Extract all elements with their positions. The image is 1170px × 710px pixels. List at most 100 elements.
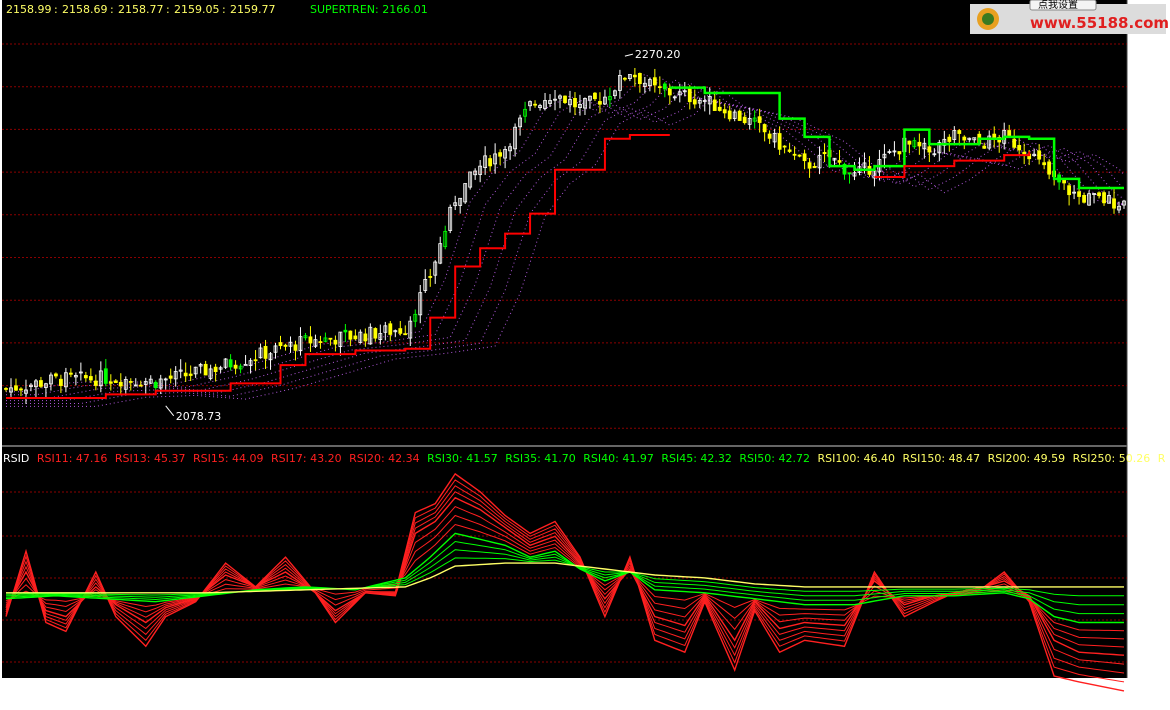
rsi-item: RSI20: 42.34 (349, 452, 420, 465)
candle-body (712, 99, 717, 111)
candle-body (498, 152, 503, 157)
candle-body (333, 339, 338, 345)
candle-body (782, 145, 787, 148)
candle-body (1047, 161, 1052, 175)
candle-body (14, 385, 18, 391)
candle-body (687, 87, 692, 103)
ohlc-value: 2159.05 (174, 3, 220, 16)
ohlc-value: 2158.99 (6, 3, 52, 16)
candle-body (722, 109, 727, 114)
candle-body (488, 158, 493, 167)
candle-body (308, 336, 313, 344)
candle-body (1102, 192, 1106, 204)
candle-body (83, 375, 88, 379)
ohlc-value: 2159.77 (230, 3, 276, 16)
candle-body (1097, 192, 1101, 197)
candle-body (328, 337, 333, 340)
candle-body (54, 373, 58, 377)
candle-body (632, 74, 637, 78)
candle-body (737, 110, 742, 121)
candle-body (138, 384, 143, 387)
ohlc-separator: : (166, 3, 170, 16)
rsi-item: RSI30: 41.57 (427, 452, 498, 465)
stock-chart-screenshot: 2270.20 2078.73 2158.99 : 2158.69 : 2158.… (0, 0, 1170, 710)
rsi-item: RSI45: 42.32 (661, 452, 732, 465)
candle-body (822, 152, 827, 155)
candle-body (93, 380, 98, 386)
candle-body (797, 154, 802, 157)
candle-body (113, 380, 118, 383)
candle-body (762, 124, 767, 133)
candle-body (373, 328, 378, 339)
candle-body (847, 172, 852, 175)
candle-body (403, 333, 408, 336)
ohlc-separator: : (54, 3, 58, 16)
candle-body (1112, 198, 1116, 209)
rsi-item: RSI13: 45.37 (115, 452, 186, 465)
candle-body (692, 99, 697, 105)
ohlc-header: 2158.99 : 2158.69 : 2158.77 : 2159.05 : … (6, 3, 428, 16)
settings-button-label[interactable]: 点我设置 (1038, 0, 1078, 11)
candle-body (787, 149, 792, 152)
candle-body (742, 116, 747, 124)
candle-body (777, 133, 782, 150)
ohlc-separator: : (110, 3, 114, 16)
candle-body (183, 372, 188, 377)
candle-body (283, 344, 288, 347)
candle-body (802, 153, 807, 162)
candle-body (717, 106, 722, 111)
candle-body (563, 95, 567, 103)
ohlc-value: 2158.69 (62, 3, 108, 16)
candle-body (1007, 130, 1012, 137)
candle-body (188, 373, 193, 376)
rsi-item: RSI11: 47.16 (37, 452, 108, 465)
candle-body (962, 136, 967, 141)
candle-body (343, 329, 348, 333)
candle-body (667, 88, 672, 96)
annotation-label: 2270.20 (635, 48, 681, 61)
candle-body (293, 344, 298, 351)
candle-body (363, 333, 368, 342)
rsi-item: RSI15: 44.09 (193, 452, 264, 465)
rsi-item: RSI150: 48.47 (903, 452, 981, 465)
rsi-item: RSI35: 41.70 (505, 452, 576, 465)
candle-body (1022, 151, 1027, 155)
rsi-item: RSI100: 46.40 (817, 452, 895, 465)
candle-body (767, 133, 772, 139)
candle-body (213, 366, 218, 372)
candle-body (637, 73, 642, 85)
candle-body (353, 335, 358, 340)
rsi-item: RSI40: 41.97 (583, 452, 654, 465)
candle-body (957, 130, 962, 134)
annotation-label: 2078.73 (176, 410, 222, 423)
candle-body (228, 359, 233, 368)
candle-body (388, 323, 393, 335)
candle-body (657, 86, 662, 89)
candle-body (907, 140, 912, 145)
candle-body (982, 145, 987, 149)
candle-body (1037, 150, 1042, 160)
rsi-item: R (1158, 452, 1166, 465)
candle-body (88, 376, 93, 381)
rsi-item: RSI17: 43.20 (271, 452, 342, 465)
candle-body (278, 342, 283, 347)
candle-body (203, 363, 208, 376)
candle-body (108, 381, 113, 384)
candle-body (233, 364, 238, 369)
candle-body (428, 276, 433, 278)
candle-body (1062, 179, 1067, 184)
candle-body (128, 381, 133, 383)
logo-icon-inner (982, 13, 994, 25)
candle-body (897, 151, 902, 155)
watermark: 点我设置 www.55188.com (970, 0, 1169, 34)
candle-body (757, 116, 762, 123)
candle-body (4, 388, 8, 390)
rsi-item: RSI250: 50.26 (1073, 452, 1151, 465)
candle-body (812, 165, 817, 169)
candle-body (1012, 138, 1017, 148)
rsi-item: RSI50: 42.72 (739, 452, 810, 465)
candle-body (573, 97, 577, 108)
candle-body (103, 368, 108, 384)
candle-body (837, 160, 842, 163)
candle-body (318, 341, 323, 343)
